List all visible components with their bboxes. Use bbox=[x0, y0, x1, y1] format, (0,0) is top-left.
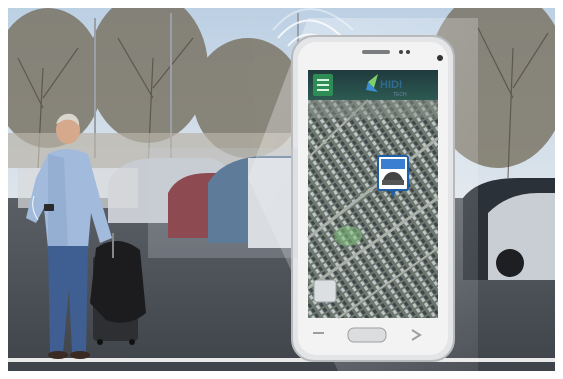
suitcase-with-coat bbox=[90, 233, 146, 345]
app-logo-text: HIDI bbox=[380, 79, 402, 91]
map-thumbnail-button[interactable] bbox=[313, 279, 337, 303]
smartphone: HIDI TECH bbox=[291, 35, 455, 362]
menu-icon[interactable] bbox=[313, 74, 333, 96]
photo-frame: HIDI TECH bbox=[8, 8, 555, 371]
motion-blur-haze bbox=[148, 148, 298, 258]
photo-scene: HIDI TECH bbox=[0, 0, 563, 379]
app-logo-subtext: TECH bbox=[393, 92, 407, 98]
photo-canvas: HIDI TECH bbox=[8, 8, 555, 371]
home-button[interactable] bbox=[347, 327, 387, 343]
